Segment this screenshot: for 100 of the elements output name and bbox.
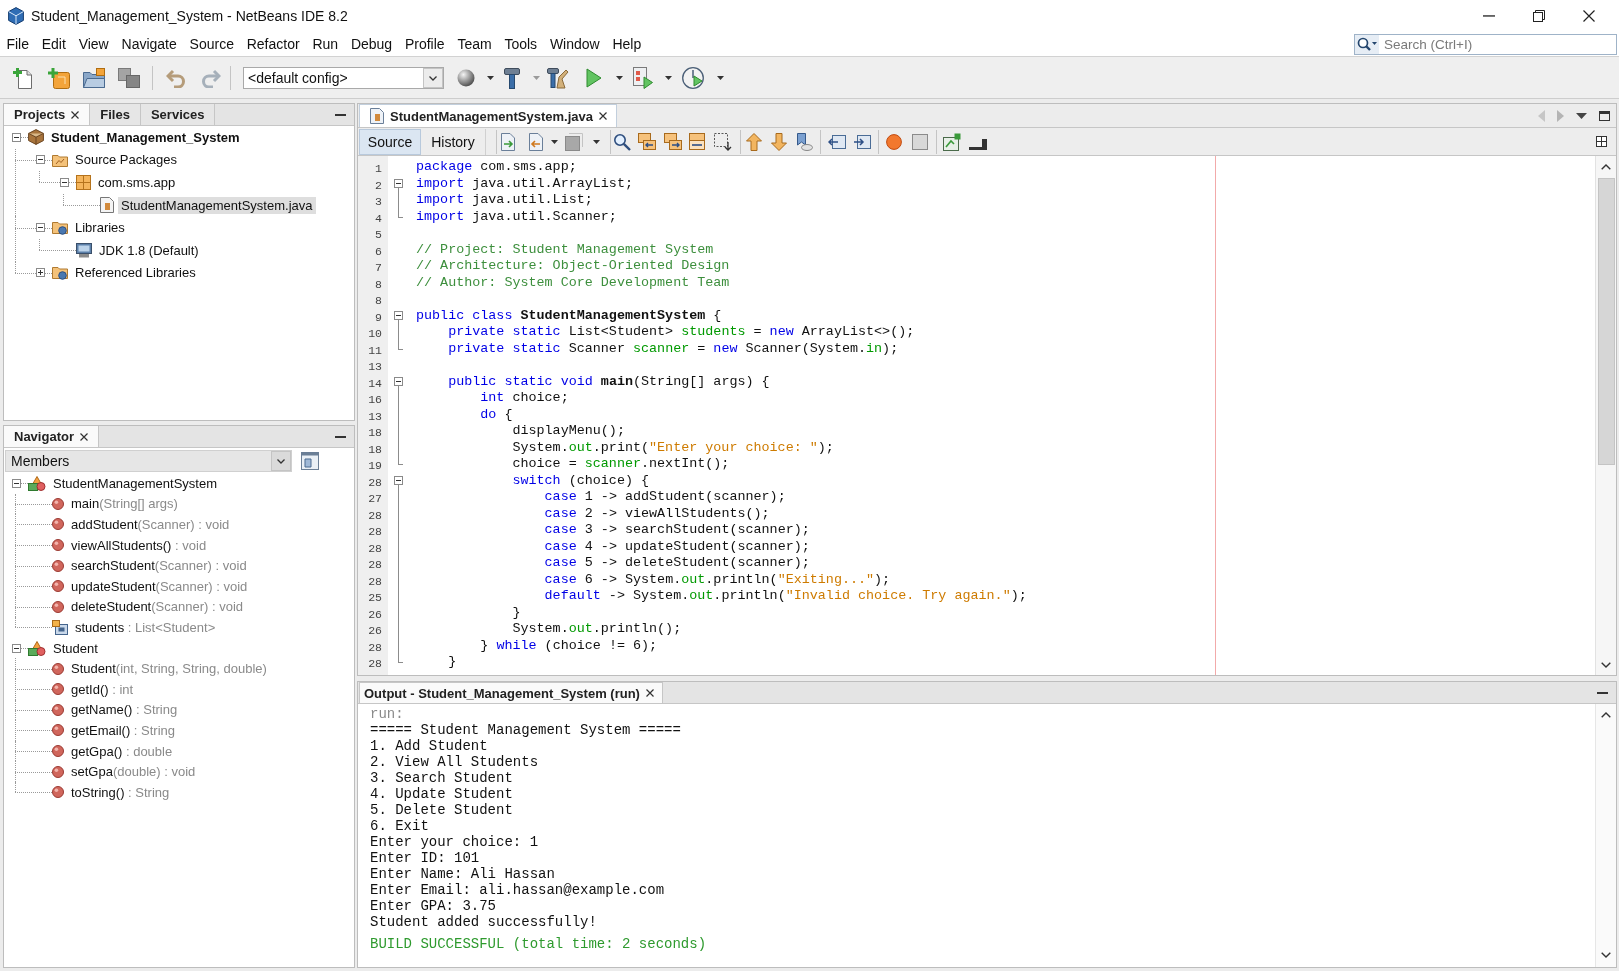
- scrollbar[interactable]: [1595, 156, 1616, 675]
- shift-left-icon[interactable]: [828, 132, 846, 151]
- stacked-squares-icon[interactable]: [118, 67, 140, 88]
- tree-item[interactable]: Libraries: [72, 219, 128, 237]
- search-icon[interactable]: [1355, 34, 1379, 54]
- scroll-down-icon[interactable]: [1601, 662, 1611, 668]
- chevron-down-icon[interactable]: [271, 451, 291, 471]
- panel-tab[interactable]: Projects: [4, 104, 91, 125]
- stacked-squares-icon[interactable]: [565, 132, 583, 151]
- cube-icon[interactable]: [8, 7, 24, 25]
- hammer-broom-icon[interactable]: [547, 66, 569, 89]
- boxes-left-arrow-icon[interactable]: [638, 132, 656, 151]
- caret-icon[interactable]: [716, 75, 724, 80]
- filter-dropdown[interactable]: Members: [5, 450, 292, 472]
- view-tab[interactable]: History: [421, 128, 486, 155]
- tree-item[interactable]: updateStudent(Scanner) : void: [68, 577, 251, 595]
- grid-icon[interactable]: [1596, 136, 1607, 147]
- tree-item[interactable]: Student: [50, 639, 101, 657]
- boxes-right-arrow-icon[interactable]: [664, 132, 682, 151]
- close-icon[interactable]: [599, 112, 607, 120]
- tree-item[interactable]: addStudent(Scanner) : void: [68, 516, 233, 533]
- tree-item[interactable]: setGpa(double) : void: [68, 763, 199, 781]
- menu-item[interactable]: Source: [183, 34, 241, 54]
- tree-item[interactable]: StudentManagementSystem.java: [118, 196, 316, 214]
- close-icon[interactable]: [1583, 10, 1595, 22]
- search-icon[interactable]: [613, 132, 631, 151]
- maximize-icon[interactable]: [1599, 110, 1610, 121]
- hammer-icon[interactable]: [504, 66, 520, 89]
- document-left-arrow-icon[interactable]: [527, 132, 545, 151]
- tree-item[interactable]: getName() : String: [68, 701, 181, 719]
- file-icon[interactable]: [370, 108, 384, 124]
- tree-item[interactable]: Referenced Libraries: [72, 264, 199, 282]
- menu-item[interactable]: Help: [606, 34, 648, 54]
- document-play-icon[interactable]: [633, 66, 653, 89]
- tree-item[interactable]: getGpa() : double: [68, 742, 176, 760]
- tree-item[interactable]: getEmail() : String: [68, 721, 179, 739]
- dropdown-icon[interactable]: [1576, 112, 1587, 119]
- tree-item[interactable]: main(String[] args): [68, 495, 181, 513]
- scrollbar[interactable]: [1595, 704, 1616, 967]
- up-arrow-icon[interactable]: [745, 132, 763, 151]
- caret-icon[interactable]: [486, 75, 494, 80]
- collapse-toggle-icon[interactable]: [393, 311, 403, 321]
- file-plus-icon[interactable]: [13, 66, 33, 89]
- restore-icon[interactable]: [1533, 10, 1545, 22]
- caret-icon[interactable]: [615, 75, 623, 80]
- menu-item[interactable]: Profile: [398, 34, 451, 54]
- tree-item[interactable]: Student(int, String, String, double): [68, 660, 270, 678]
- split-box-icon[interactable]: [689, 132, 707, 151]
- menu-item[interactable]: Window: [543, 34, 607, 54]
- folder-icon[interactable]: [83, 67, 105, 88]
- menu-item[interactable]: Run: [306, 34, 345, 54]
- search-input[interactable]: Search (Ctrl+I): [1379, 34, 1616, 54]
- menu-item[interactable]: Debug: [344, 34, 399, 54]
- collapse-toggle-icon[interactable]: [12, 478, 21, 488]
- menu-item[interactable]: Edit: [35, 34, 73, 54]
- document-right-arrow-icon[interactable]: [499, 132, 517, 151]
- menu-item[interactable]: View: [72, 34, 116, 54]
- file-tab[interactable]: StudentManagementSystem.java: [359, 104, 617, 127]
- shift-right-icon[interactable]: [853, 132, 871, 151]
- caret-icon[interactable]: [592, 139, 600, 144]
- close-icon[interactable]: [79, 432, 88, 441]
- tree-item[interactable]: searchStudent(Scanner) : void: [68, 557, 250, 575]
- record-icon[interactable]: [886, 133, 902, 150]
- stop-icon[interactable]: [912, 133, 928, 150]
- panel-tab[interactable]: Navigator: [4, 426, 99, 447]
- collapse-toggle-icon[interactable]: [12, 643, 21, 653]
- tree-item[interactable]: viewAllStudents() : void: [68, 536, 210, 554]
- search-field[interactable]: Search (Ctrl+I): [1354, 33, 1617, 55]
- tree-item[interactable]: Source Packages: [72, 151, 180, 169]
- tree-item[interactable]: com.sms.app: [95, 174, 179, 191]
- menu-item[interactable]: Refactor: [240, 34, 306, 54]
- collapse-toggle-icon[interactable]: [60, 178, 69, 187]
- close-icon[interactable]: [71, 110, 80, 119]
- collapse-toggle-icon[interactable]: [36, 223, 45, 233]
- tree-item[interactable]: deleteStudent(Scanner) : void: [68, 598, 246, 616]
- tree-item[interactable]: Student_Management_System: [48, 128, 243, 146]
- play-icon[interactable]: [586, 67, 602, 88]
- collapse-toggle-icon[interactable]: [393, 179, 403, 189]
- minimize-icon[interactable]: [335, 113, 346, 116]
- box-plus-icon[interactable]: [48, 66, 70, 89]
- tree-item[interactable]: students : List<Student>: [72, 618, 219, 636]
- bookmark-icon[interactable]: [795, 132, 813, 151]
- output-tab[interactable]: Output - Student_Management_System (run): [359, 682, 663, 703]
- tree-item[interactable]: toString() : String: [68, 783, 173, 801]
- scroll-up-icon[interactable]: [1601, 712, 1611, 718]
- view-tab[interactable]: Source: [359, 128, 421, 155]
- tree-item[interactable]: JDK 1.8 (Default): [96, 241, 202, 259]
- config-dropdown[interactable]: <default config>: [243, 66, 444, 89]
- menu-item[interactable]: File: [0, 34, 36, 54]
- caret-icon[interactable]: [664, 75, 672, 80]
- minimize-icon[interactable]: [1597, 691, 1608, 694]
- expand-toggle-icon[interactable]: [36, 268, 45, 278]
- menu-item[interactable]: Tools: [498, 34, 544, 54]
- menu-item[interactable]: Team: [451, 34, 498, 54]
- clock-play-icon[interactable]: [682, 66, 704, 89]
- scroll-up-icon[interactable]: [1601, 164, 1611, 170]
- collapse-toggle-icon[interactable]: [36, 155, 45, 165]
- chevron-down-icon[interactable]: [423, 67, 443, 88]
- minimize-icon[interactable]: [335, 435, 346, 438]
- caret-icon[interactable]: [550, 139, 558, 144]
